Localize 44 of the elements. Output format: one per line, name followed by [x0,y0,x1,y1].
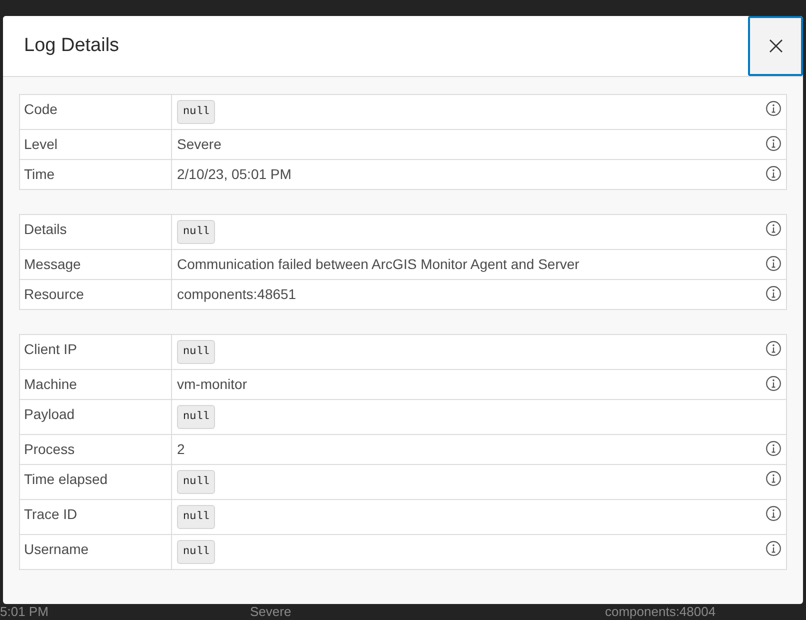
field-value: Severe [177,135,222,154]
info-icon[interactable] [766,136,781,151]
info-icon[interactable] [766,376,781,391]
field-label: Machine [24,375,77,394]
background-text: 5:01 PM [0,604,50,620]
field-label: Resource [24,285,84,304]
info-icon[interactable] [766,101,781,116]
info-icon[interactable] [766,286,781,301]
field-value: 2/10/23, 05:01 PM [177,165,292,184]
null-value-chip: null [177,540,216,564]
null-value-chip: null [177,220,216,244]
field-label: Message [24,255,81,274]
field-label: Details [24,220,67,239]
field-label: Time elapsed [24,470,108,489]
close-icon [768,39,782,53]
background-text: components:48004 [605,604,717,620]
null-value-chip: null [177,340,216,364]
field-value: vm-monitor [177,375,248,394]
field-label: Trace ID [24,505,78,524]
field-label: Process [24,440,75,459]
field-value: Communication failed between ArcGIS Monitor Agent and Server [177,255,580,274]
field-label: Username [24,540,89,559]
info-icon[interactable] [766,441,781,456]
info-icon[interactable] [766,541,781,556]
null-value-chip: null [177,470,216,494]
field-value: components:48651 [177,285,296,304]
null-value-chip: null [177,505,216,529]
field-label: Time [24,165,55,184]
info-icon[interactable] [766,166,781,181]
info-icon[interactable] [766,256,781,271]
field-label: Level [24,135,58,154]
background-text: Severe [250,604,292,620]
info-icon[interactable] [766,506,781,521]
field-value: 2 [177,440,185,459]
field-label: Client IP [24,340,77,359]
field-label: Payload [24,405,75,424]
null-value-chip: null [177,100,216,124]
info-icon[interactable] [766,471,781,486]
null-value-chip: null [177,405,216,429]
dialog-title: Log Details [24,34,120,58]
info-icon[interactable] [766,341,781,356]
field-label: Code [24,100,58,119]
info-icon[interactable] [766,221,781,236]
close-button[interactable] [748,16,803,76]
